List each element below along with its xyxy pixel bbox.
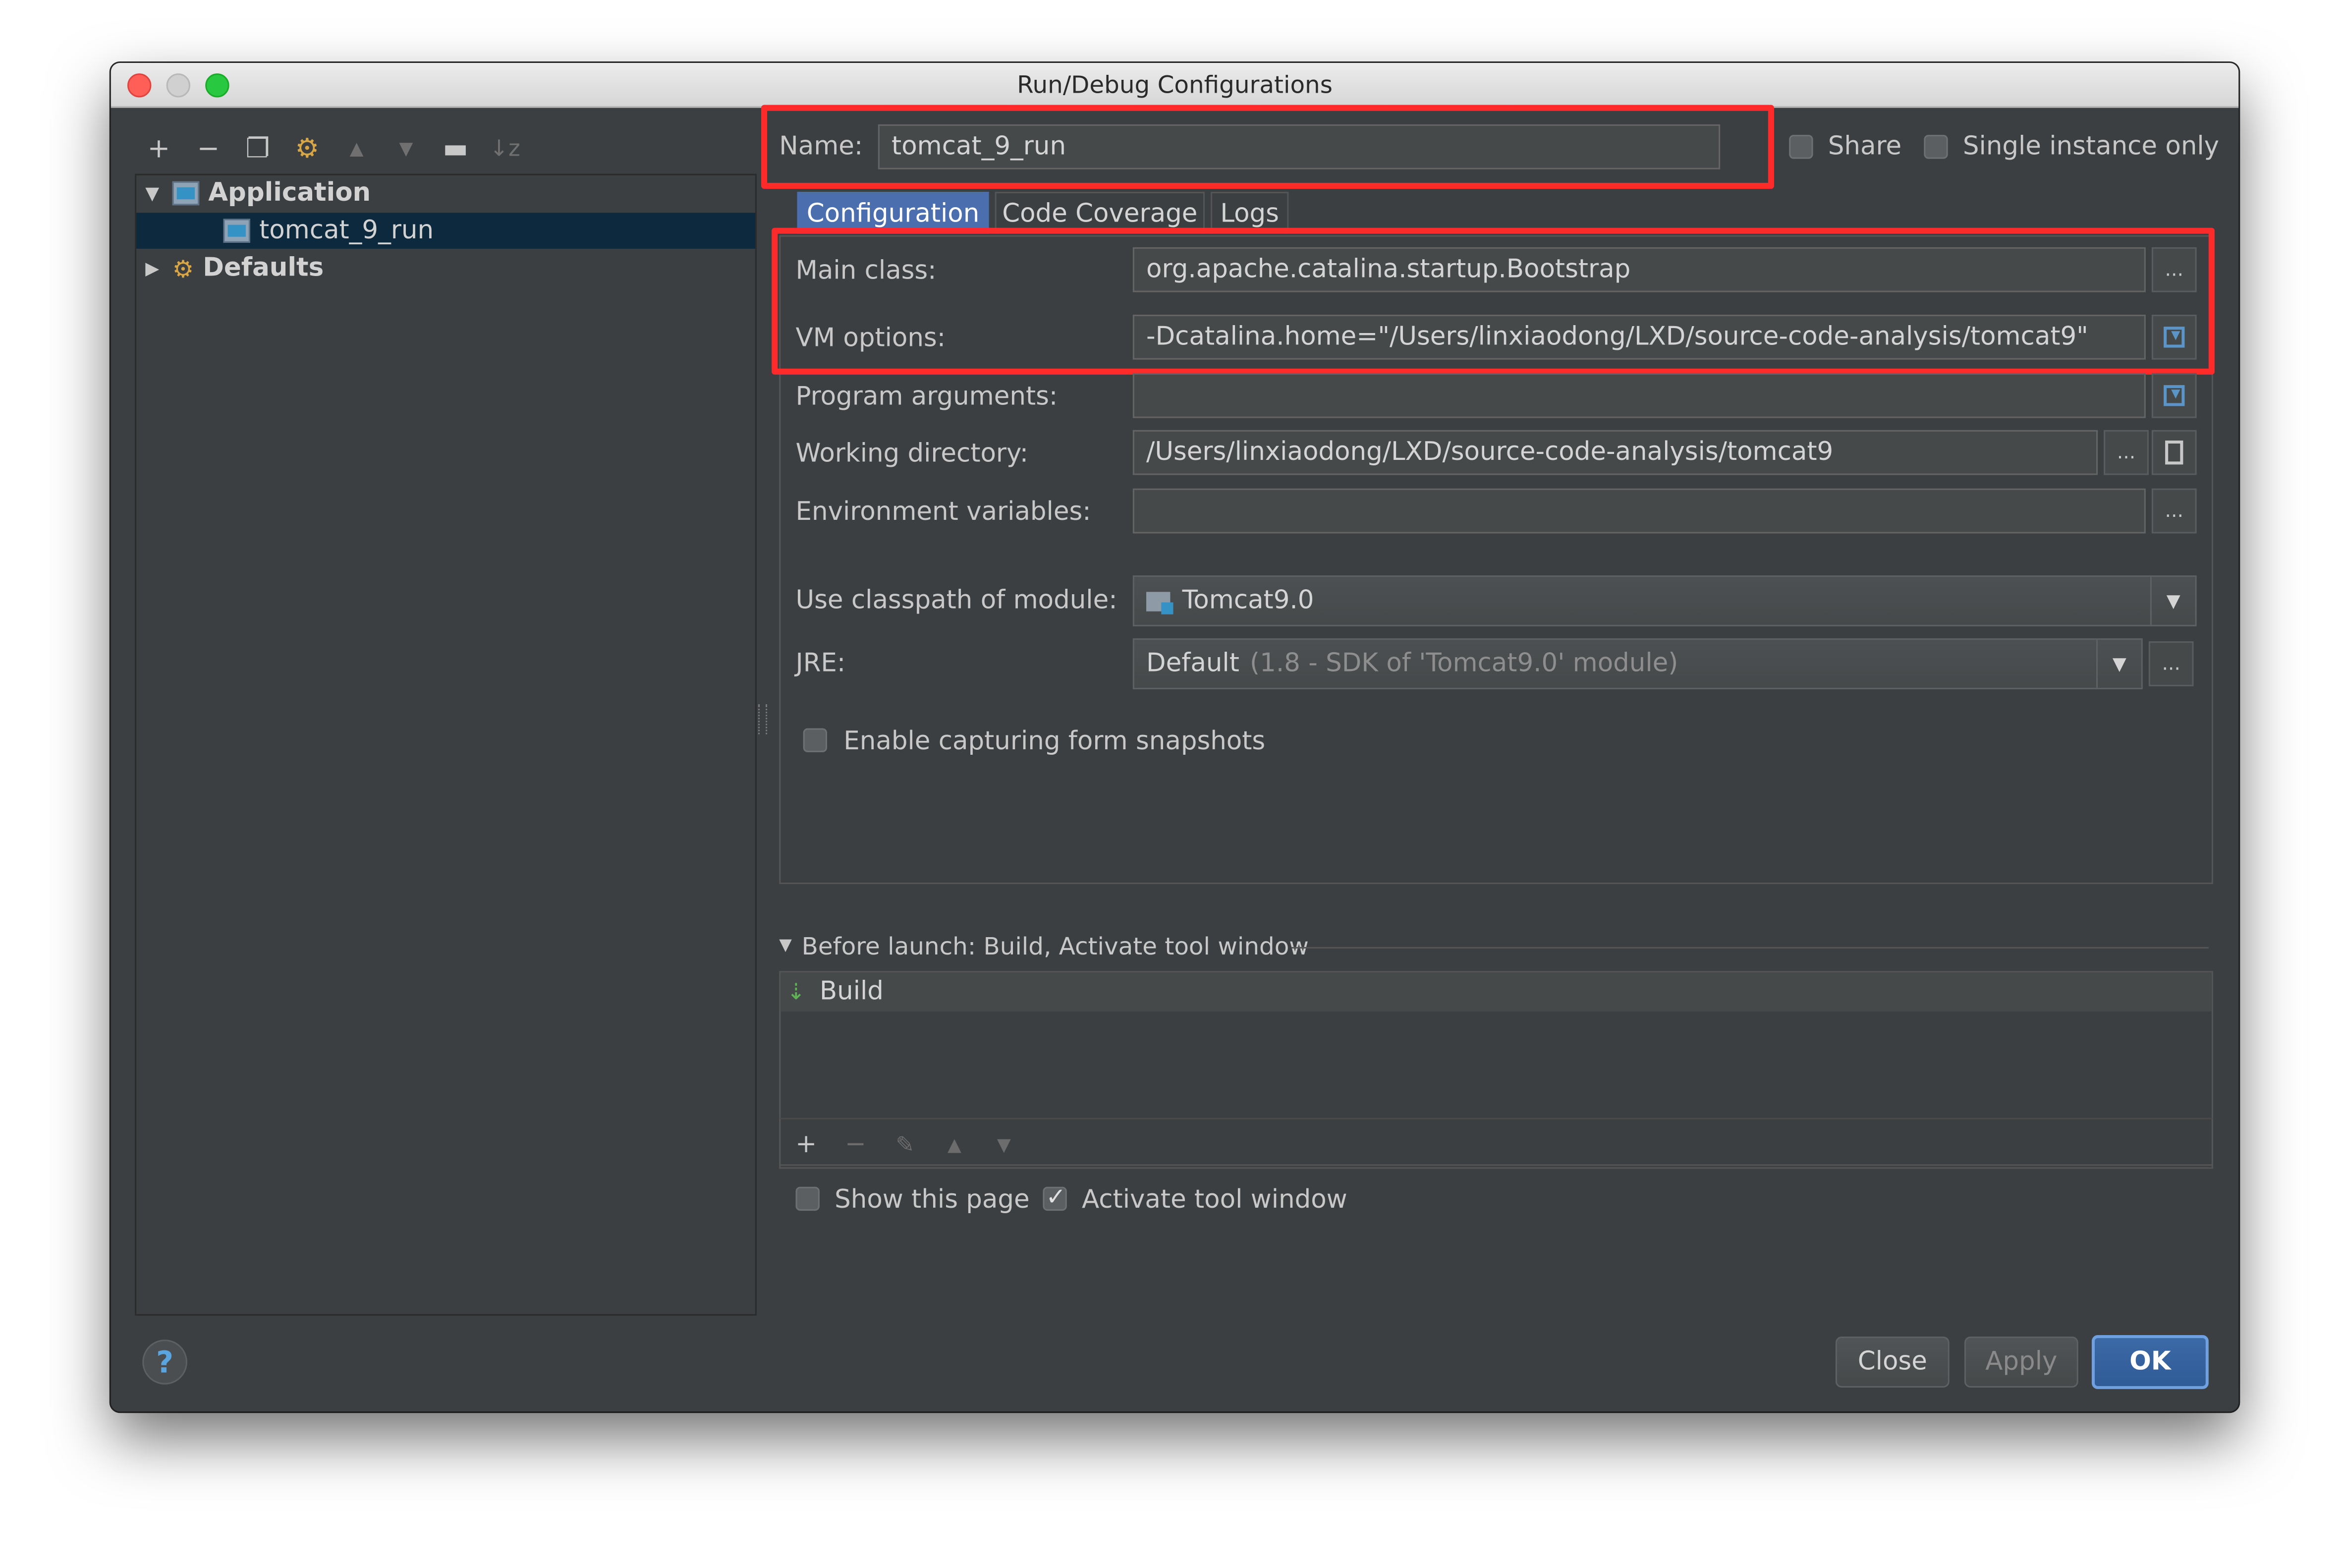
chevron-down-icon[interactable]: ▼ xyxy=(2096,640,2141,688)
ok-button[interactable]: OK xyxy=(2091,1335,2209,1389)
sort-icon[interactable]: ↓z xyxy=(486,129,525,168)
expand-icon xyxy=(2164,385,2185,406)
help-button[interactable]: ? xyxy=(142,1340,187,1385)
share-checkbox[interactable] xyxy=(1789,135,1813,159)
edit-environment-variables-button[interactable]: ... xyxy=(2151,488,2197,534)
before-launch-title[interactable]: Before launch: Build, Activate tool wind… xyxy=(802,932,1309,960)
move-down-icon[interactable]: ▼ xyxy=(387,129,426,168)
vm-options-input[interactable]: -Dcatalina.home="/Users/linxiaodong/LXD/… xyxy=(1132,314,2146,360)
add-icon[interactable]: + xyxy=(139,129,178,168)
tree-item-label: Application xyxy=(208,178,371,209)
main-class-input[interactable]: org.apache.catalina.startup.Bootstrap xyxy=(1132,247,2146,292)
browse-main-class-button[interactable]: ... xyxy=(2151,247,2197,292)
browse-working-directory-button[interactable]: ... xyxy=(2104,430,2149,475)
single-instance-checkbox[interactable] xyxy=(1924,135,1948,159)
classpath-module-select[interactable]: Tomcat9.0 ▼ xyxy=(1132,575,2197,626)
module-folder-icon xyxy=(1146,591,1173,614)
share-label: Share xyxy=(1828,132,1902,162)
move-up-icon[interactable]: ▲ xyxy=(337,129,376,168)
splitter-handle[interactable] xyxy=(758,704,768,734)
activate-tool-window-label: Activate tool window xyxy=(1082,1185,1347,1216)
wrench-icon: ⚙ xyxy=(172,254,194,282)
wrench-icon[interactable]: ⚙ xyxy=(288,129,327,168)
expand-program-arguments-button[interactable] xyxy=(2151,373,2197,418)
before-launch-divider xyxy=(1291,947,2209,949)
main-class-label: Main class: xyxy=(795,256,937,286)
environment-variables-input[interactable] xyxy=(1132,488,2146,534)
add-task-icon[interactable]: + xyxy=(789,1128,823,1162)
window-title: Run/Debug Configurations xyxy=(1017,70,1333,99)
edit-task-icon[interactable]: ✎ xyxy=(889,1128,922,1162)
chevron-down-icon[interactable]: ▼ xyxy=(145,183,172,204)
tree-item-defaults[interactable]: ▶ ⚙ Defaults xyxy=(136,250,755,286)
enable-snapshots-label: Enable capturing form snapshots xyxy=(843,727,1266,757)
copy-icon[interactable]: ❐ xyxy=(238,129,278,168)
application-icon xyxy=(172,181,200,206)
chevron-down-icon[interactable]: ▼ xyxy=(2150,577,2195,625)
before-launch-toolbar: + − ✎ ▲ ▼ xyxy=(779,1118,2213,1169)
name-label: Name: xyxy=(779,132,863,162)
classpath-module-value: Tomcat9.0 xyxy=(1182,586,1314,616)
working-directory-input[interactable]: /Users/linxiaodong/LXD/source-code-analy… xyxy=(1132,430,2098,475)
jre-select[interactable]: Default (1.8 - SDK of 'Tomcat9.0' module… xyxy=(1132,638,2143,689)
expand-icon xyxy=(2164,327,2185,348)
build-icon: ⇣ xyxy=(786,978,806,1006)
move-up-icon[interactable]: ▲ xyxy=(938,1128,971,1162)
tree-item-application[interactable]: ▼ Application xyxy=(136,175,755,212)
vm-options-label: VM options: xyxy=(795,324,946,354)
run-debug-configurations-dialog: Run/Debug Configurations + − ❐ ⚙ ▲ ▼ ▬ ↓… xyxy=(111,62,2239,1412)
program-arguments-label: Program arguments: xyxy=(795,382,1058,412)
folder-icon[interactable]: ▬ xyxy=(436,129,475,168)
jre-label: JRE: xyxy=(795,649,846,679)
application-icon xyxy=(223,219,250,243)
show-page-label: Show this page xyxy=(835,1185,1030,1216)
name-input[interactable]: tomcat_9_run xyxy=(878,124,1721,169)
enable-snapshots-checkbox[interactable] xyxy=(803,728,828,752)
list-item[interactable]: ⇣ Build xyxy=(781,972,2212,1011)
show-page-checkbox[interactable] xyxy=(795,1186,820,1211)
title-bar[interactable]: Run/Debug Configurations xyxy=(111,62,2239,108)
classpath-module-label: Use classpath of module: xyxy=(795,586,1117,616)
remove-task-icon[interactable]: − xyxy=(839,1128,872,1162)
tree-item-tomcat-9-run[interactable]: tomcat_9_run xyxy=(136,213,755,249)
activate-tool-window-checkbox[interactable] xyxy=(1043,1182,1067,1211)
working-directory-label: Working directory: xyxy=(795,439,1029,469)
single-instance-label: Single instance only xyxy=(1962,132,2220,162)
configuration-tree[interactable]: ▼ Application tomcat_9_run ▶ ⚙ Defaults xyxy=(135,173,757,1316)
jre-value: Default xyxy=(1146,649,1239,679)
document-icon xyxy=(2165,440,2183,465)
expand-vm-options-button[interactable] xyxy=(2151,314,2197,360)
tree-item-label: tomcat_9_run xyxy=(259,216,434,246)
move-down-icon[interactable]: ▼ xyxy=(988,1128,1021,1162)
tree-item-label: Defaults xyxy=(203,253,324,283)
chevron-down-icon[interactable]: ▼ xyxy=(779,935,792,954)
apply-button[interactable]: Apply xyxy=(1964,1337,2078,1388)
environment-variables-label: Environment variables: xyxy=(795,497,1091,528)
insert-macro-button[interactable] xyxy=(2151,430,2197,475)
browse-jre-button[interactable]: ... xyxy=(2148,641,2194,686)
close-button[interactable]: Close xyxy=(1835,1337,1950,1388)
program-arguments-input[interactable] xyxy=(1132,373,2146,418)
list-item-label: Build xyxy=(819,977,884,1007)
remove-icon[interactable]: − xyxy=(189,129,228,168)
chevron-right-icon[interactable]: ▶ xyxy=(145,258,172,279)
jre-detail: (1.8 - SDK of 'Tomcat9.0' module) xyxy=(1250,649,1678,679)
